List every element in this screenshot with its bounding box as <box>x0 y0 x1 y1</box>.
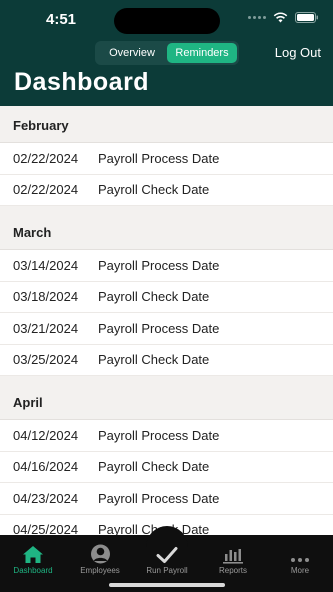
header-bar: 4:51 Overview Reminders Log Out Dashboar… <box>0 0 333 106</box>
list-item[interactable]: 03/21/2024 Payroll Process Date <box>0 313 333 345</box>
reminder-date: 03/25/2024 <box>13 352 79 368</box>
reminder-event: Payroll Check Date <box>98 289 210 305</box>
home-indicator <box>109 583 225 587</box>
section-spacer <box>0 376 333 395</box>
list-item[interactable]: 02/22/2024 Payroll Process Date <box>0 143 333 175</box>
bar-chart-icon <box>223 549 243 564</box>
section-header-march: March <box>0 225 333 250</box>
reminder-date: 03/14/2024 <box>13 257 79 273</box>
checkmark-icon <box>156 547 178 563</box>
tab-employees[interactable]: Employees <box>67 535 133 575</box>
tab-reminders[interactable]: Reminders <box>167 43 237 63</box>
reminder-date: 04/25/2024 <box>13 522 79 535</box>
reminder-date: 02/22/2024 <box>13 182 79 198</box>
list-item[interactable]: 03/25/2024 Payroll Check Date <box>0 345 333 376</box>
system-icons <box>248 12 319 23</box>
section-header-april: April <box>0 395 333 420</box>
list-item[interactable]: 03/14/2024 Payroll Process Date <box>0 250 333 282</box>
reminder-date: 04/23/2024 <box>13 490 79 506</box>
tab-overview[interactable]: Overview <box>97 43 167 63</box>
list-item[interactable]: 04/23/2024 Payroll Process Date <box>0 483 333 515</box>
bottom-tab-bar: Dashboard Employees Run Payroll Reports <box>0 526 333 592</box>
section-header-february: February <box>0 118 333 143</box>
reminder-event: Payroll Process Date <box>98 257 220 273</box>
reminder-event: Payroll Process Date <box>98 427 220 443</box>
list-item[interactable]: 02/22/2024 Payroll Check Date <box>0 175 333 206</box>
home-icon <box>23 546 43 563</box>
cellular-signal-icon <box>248 16 266 19</box>
reminder-event: Payroll Process Date <box>98 150 220 166</box>
wifi-icon <box>273 12 288 23</box>
person-icon <box>90 544 110 564</box>
view-segmented-control: Overview Reminders <box>95 41 239 65</box>
reminder-date: 03/21/2024 <box>13 320 79 336</box>
tab-dashboard[interactable]: Dashboard <box>0 535 66 575</box>
tab-run-payroll[interactable]: Run Payroll <box>134 535 200 575</box>
logout-button[interactable]: Log Out <box>275 45 321 60</box>
tab-more[interactable]: More <box>267 535 333 575</box>
section-spacer <box>0 206 333 225</box>
reminder-date: 02/22/2024 <box>13 150 79 166</box>
reminder-date: 04/16/2024 <box>13 459 79 475</box>
tab-label: More <box>290 566 310 575</box>
tab-label: Run Payroll <box>146 566 188 575</box>
battery-icon <box>295 12 318 23</box>
reminders-list[interactable]: February 02/22/2024 Payroll Process Date … <box>0 106 333 535</box>
list-item[interactable]: 04/16/2024 Payroll Check Date <box>0 452 333 483</box>
list-item[interactable]: 03/18/2024 Payroll Check Date <box>0 282 333 313</box>
tab-reports[interactable]: Reports <box>200 535 266 575</box>
reminder-date: 04/12/2024 <box>13 427 79 443</box>
reminder-event: Payroll Process Date <box>98 490 220 506</box>
reminder-event: Payroll Check Date <box>98 459 210 475</box>
reminder-event: Payroll Check Date <box>98 352 210 368</box>
tab-label: Reports <box>218 566 247 575</box>
reminder-event: Payroll Check Date <box>98 182 210 198</box>
reminder-date: 03/18/2024 <box>13 289 79 305</box>
page-title: Dashboard <box>14 68 150 96</box>
reminder-event: Payroll Process Date <box>98 320 220 336</box>
list-item[interactable]: 04/12/2024 Payroll Process Date <box>0 420 333 452</box>
status-time: 4:51 <box>46 11 77 28</box>
dynamic-island <box>114 8 220 34</box>
status-bar: 4:51 <box>0 0 333 40</box>
more-dots-icon <box>291 558 309 562</box>
tab-label: Dashboard <box>13 566 53 575</box>
tab-label: Employees <box>80 566 120 575</box>
section-spacer <box>0 106 333 118</box>
